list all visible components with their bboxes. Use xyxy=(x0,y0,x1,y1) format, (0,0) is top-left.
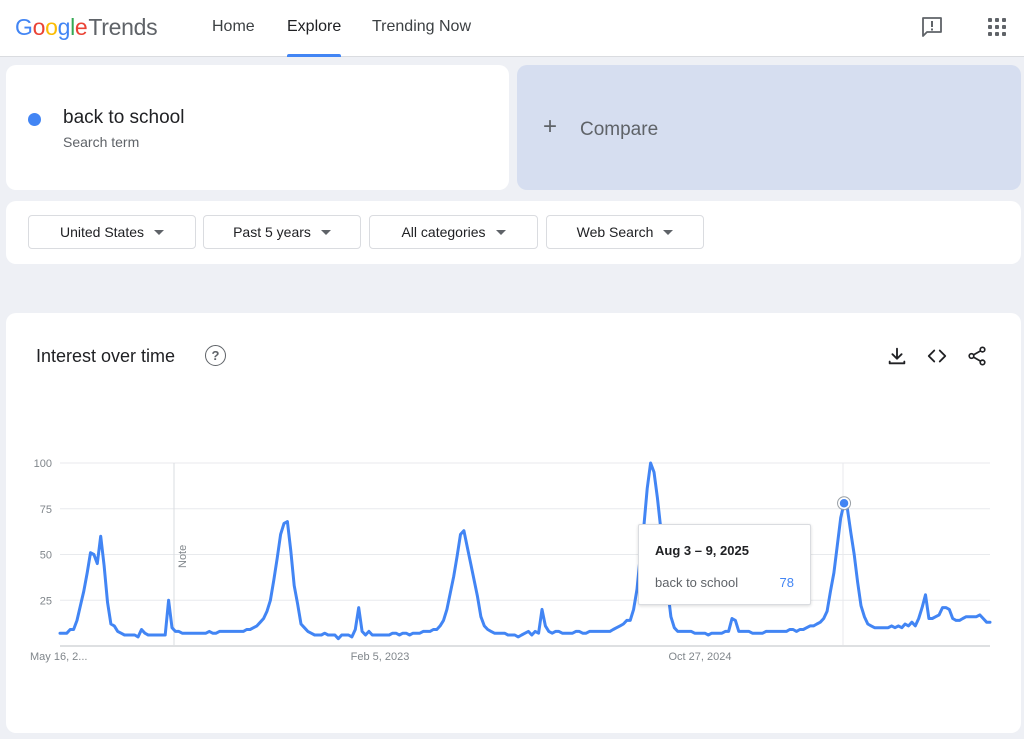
series-layer xyxy=(58,461,992,641)
y-tick-label: 25 xyxy=(40,595,52,607)
tooltip-date: Aug 3 – 9, 2025 xyxy=(655,543,749,558)
chart-grid xyxy=(60,462,990,647)
series-line-back-to-school[interactable] xyxy=(58,461,992,641)
x-tick-label: May 16, 2... xyxy=(30,651,87,663)
x-axis-ticks: May 16, 2... Feb 5, 2023 Oct 27, 2024 xyxy=(30,651,732,663)
y-tick-label: 75 xyxy=(40,504,52,516)
tooltip-term: back to school xyxy=(655,575,739,590)
x-tick-label: Feb 5, 2023 xyxy=(351,651,410,663)
y-tick-label: 100 xyxy=(34,458,52,470)
note-label[interactable]: Note xyxy=(177,545,189,568)
y-tick-label: 50 xyxy=(40,550,52,562)
tooltip-value: 78 xyxy=(779,575,794,590)
x-tick-label: Oct 27, 2024 xyxy=(669,651,732,663)
hover-point[interactable] xyxy=(838,497,850,510)
data-tooltip: Aug 3 – 9, 2025 back to school 78 xyxy=(638,524,811,605)
y-axis-ticks: 25 50 75 100 xyxy=(34,458,52,607)
interest-line-chart[interactable]: 25 50 75 100 May 16, 2... Feb 5, 2023 Oct 27,… xyxy=(0,0,1024,739)
